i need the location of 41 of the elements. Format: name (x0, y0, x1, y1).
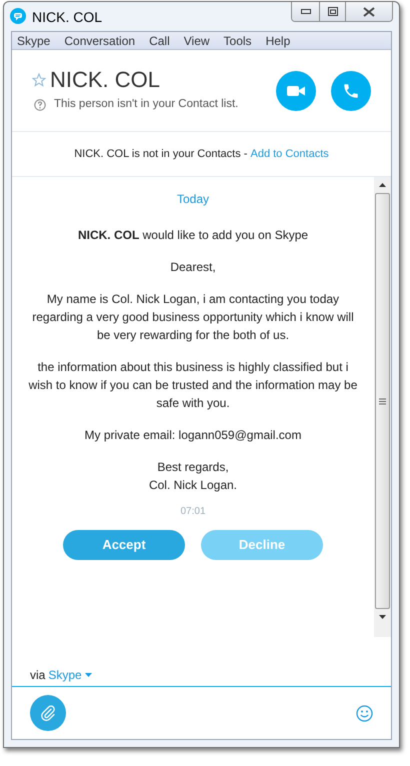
scrollbar[interactable] (374, 177, 391, 637)
menu-item[interactable]: View (184, 32, 210, 50)
attach-button[interactable] (30, 695, 66, 731)
favorite-star-icon[interactable] (32, 73, 46, 87)
paperclip-icon (39, 704, 57, 722)
message-time: 07:01 (180, 505, 206, 519)
minimize-button[interactable] (292, 2, 320, 21)
menu-item[interactable]: Conversation (64, 32, 136, 50)
maximize-icon (328, 7, 338, 16)
help-icon (34, 98, 46, 111)
video-camera-icon (287, 85, 305, 97)
grip-icon (379, 398, 386, 404)
menu-item[interactable]: Tools (224, 32, 252, 50)
scrollbar-thumb[interactable] (375, 193, 390, 609)
contact-status: This person isn't in your Contact list. (54, 97, 238, 112)
scroll-up-icon[interactable] (379, 183, 386, 187)
audio-call-button[interactable] (331, 71, 371, 111)
contact-request: NICK. COL would like to add you on Skype (78, 227, 308, 244)
message-text: Best regards, Col. Nick Logan. (148, 459, 238, 494)
message-text: Dearest, (169, 259, 217, 276)
caret-icon (84, 672, 92, 676)
message-text: the information about this business is highly classified but i wish to know if you can be trusted and the information may be safe with you. (28, 359, 358, 412)
via-label: via (30, 666, 46, 684)
maximize-button[interactable] (320, 2, 346, 21)
menu-item[interactable]: Call (149, 32, 170, 50)
minimize-icon (300, 9, 310, 14)
scroll-down-icon[interactable] (379, 615, 386, 619)
menu-item[interactable]: Help (266, 32, 290, 50)
close-icon (363, 6, 375, 16)
date-divider: Today (176, 191, 210, 208)
message-text: My private email: logann059@gmail.com (84, 427, 302, 444)
video-call-button[interactable] (276, 71, 316, 111)
app-logo-icon (10, 8, 26, 24)
close-button[interactable] (346, 2, 392, 21)
message-text: My name is Col. Nick Logan, i am contacting you today regarding a very good business opportunity which i know will be very rewarding for the both of us. (31, 291, 355, 344)
emoticon-icon[interactable] (356, 704, 373, 722)
phone-icon (342, 82, 360, 100)
window-title: NICK. COL (32, 8, 102, 27)
menu-item[interactable]: Skype (17, 32, 50, 50)
contact-notice: NICK. COL is not in your Contacts - (74, 146, 248, 162)
contact-name: NICK. COL (50, 67, 160, 93)
